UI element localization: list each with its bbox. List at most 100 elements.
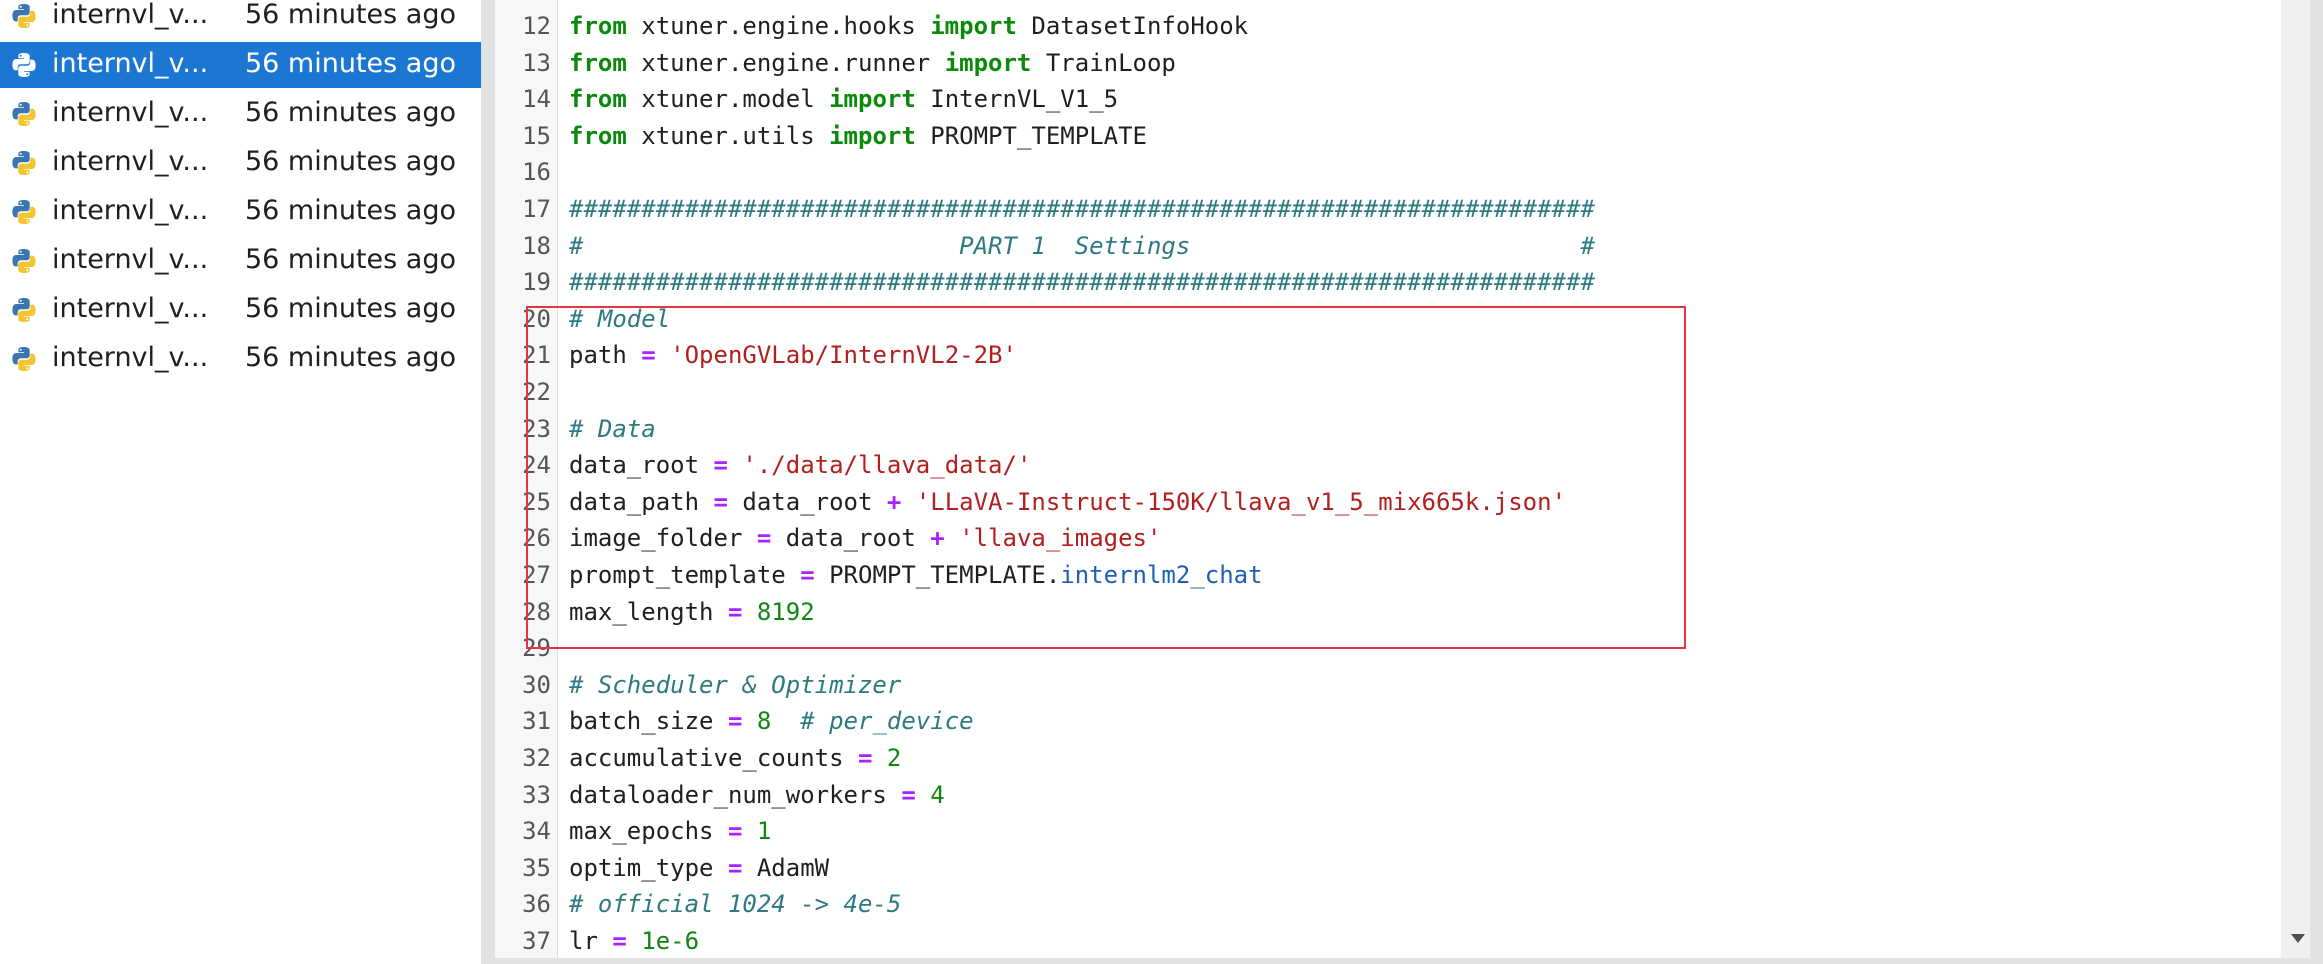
code-token: optim_type bbox=[569, 853, 728, 882]
code-line[interactable]: data_path = data_root + 'LLaVA-Instruct-… bbox=[569, 484, 1566, 520]
file-list-item[interactable]: internvl_v... 56 minutes ago bbox=[0, 91, 481, 137]
file-list-item[interactable]: internvl_v... 56 minutes ago bbox=[0, 287, 481, 333]
line-number: 27 bbox=[522, 561, 551, 589]
code-line[interactable]: # Data bbox=[569, 411, 656, 447]
line-number: 23 bbox=[522, 414, 551, 443]
code-token: xtuner.engine.runner bbox=[626, 48, 945, 77]
python-file-icon bbox=[11, 297, 37, 323]
code-token: + bbox=[886, 487, 902, 516]
python-file-icon bbox=[11, 150, 37, 176]
file-modified-time: 56 minutes ago bbox=[244, 0, 456, 30]
code-line[interactable]: data_root = './data/llava_data/' bbox=[569, 447, 1031, 483]
code-token: 4 bbox=[930, 780, 945, 809]
bottom-edge bbox=[481, 958, 2323, 964]
code-line[interactable]: from xtuner.utils import PROMPT_TEMPLATE bbox=[569, 118, 1147, 154]
file-name: internvl_v... bbox=[52, 195, 209, 226]
code-token: DatasetInfoHook bbox=[1016, 12, 1249, 40]
code-token: = bbox=[727, 707, 743, 736]
code-line[interactable]: max_epochs = 1 bbox=[569, 813, 771, 849]
code-line[interactable]: from xtuner.model import InternVL_V1_5 bbox=[569, 81, 1118, 117]
line-number-gutter: 12 13 14 15 16 17 18 19 20 21 22 23 24 25 26 27 28 29 30 31… bbox=[495, 0, 558, 958]
code-token: 'llava_images' bbox=[959, 524, 1162, 553]
file-list-item[interactable]: internvl_v... 56 minutes ago bbox=[0, 42, 481, 88]
line-number: 30 bbox=[522, 670, 551, 699]
code-line[interactable]: max_length = 8192 bbox=[569, 594, 815, 630]
code-token: lr bbox=[569, 927, 613, 955]
code-line[interactable]: batch_size = 8 # per_device bbox=[569, 703, 974, 739]
code-line[interactable]: dataloader_num_workers = 4 bbox=[569, 777, 945, 813]
python-file-icon bbox=[11, 52, 37, 78]
code-token: from bbox=[569, 85, 627, 114]
python-file-icon bbox=[11, 346, 37, 372]
line-number: 13 bbox=[522, 48, 551, 77]
file-modified-time: 56 minutes ago bbox=[244, 146, 456, 177]
code-line[interactable]: from xtuner.engine.hooks import DatasetI… bbox=[569, 8, 1248, 44]
code-line[interactable]: # Model bbox=[569, 301, 670, 337]
code-line[interactable]: prompt_template = PROMPT_TEMPLATE.intern… bbox=[569, 557, 1263, 593]
code-token: # Data bbox=[569, 414, 656, 443]
line-number: 37 bbox=[522, 927, 551, 955]
line-number: 20 bbox=[522, 304, 551, 333]
line-number: 25 bbox=[522, 487, 551, 516]
code-token: ########################################… bbox=[569, 195, 1595, 223]
code-token: data_root bbox=[569, 451, 714, 480]
vertical-scrollbar[interactable] bbox=[2281, 0, 2310, 958]
code-line[interactable]: from xtuner.engine.runner import TrainLo… bbox=[569, 45, 1176, 81]
scroll-down-arrow-icon[interactable] bbox=[2291, 934, 2305, 943]
file-list: internvl_v... 56 minutes ago internvl_v...… bbox=[0, 0, 481, 964]
code-line[interactable]: accumulative_counts = 2 bbox=[569, 740, 901, 776]
code-line[interactable]: optim_type = AdamW bbox=[569, 850, 829, 886]
right-edge bbox=[2310, 0, 2323, 964]
code-token: PROMPT_TEMPLATE. bbox=[814, 561, 1061, 589]
file-name: internvl_v... bbox=[52, 293, 209, 324]
code-line[interactable]: # official 1024 -> 4e-5 bbox=[569, 886, 901, 922]
code-token: path bbox=[569, 341, 642, 370]
line-number: 29 bbox=[522, 634, 551, 663]
file-modified-time: 56 minutes ago bbox=[244, 48, 456, 79]
code-token: = bbox=[727, 817, 743, 846]
code-line[interactable]: ########################################… bbox=[569, 191, 1595, 227]
code-token: 1 bbox=[756, 817, 772, 846]
code-line[interactable]: # PART 1 Settings # bbox=[569, 228, 1595, 264]
code-line[interactable]: path = 'OpenGVLab/InternVL2-2B' bbox=[569, 337, 1017, 373]
code-token: data_root bbox=[771, 524, 931, 553]
code-token: InternVL_V1_5 bbox=[915, 85, 1119, 114]
code-token: 8192 bbox=[756, 597, 815, 626]
code-token: + bbox=[930, 524, 945, 553]
line-number: 17 bbox=[522, 195, 551, 223]
code-token: 'OpenGVLab/InternVL2-2B' bbox=[670, 341, 1017, 370]
file-list-item[interactable]: internvl_v... 56 minutes ago bbox=[0, 238, 481, 284]
code-token: from bbox=[569, 12, 627, 40]
code-token: data_root bbox=[727, 487, 887, 516]
line-number: 26 bbox=[522, 524, 551, 553]
code-token: xtuner.model bbox=[626, 85, 830, 114]
file-list-item[interactable]: internvl_v... 56 minutes ago bbox=[0, 189, 481, 235]
code-line[interactable]: # Scheduler & Optimizer bbox=[569, 667, 901, 703]
line-number: 24 bbox=[522, 451, 551, 480]
file-list-item[interactable]: internvl_v... 56 minutes ago bbox=[0, 0, 481, 39]
line-number: 31 bbox=[522, 707, 551, 736]
code-token: import bbox=[829, 85, 916, 114]
code-line[interactable]: lr = 1e-6 bbox=[569, 923, 699, 958]
code-line[interactable]: ########################################… bbox=[569, 264, 1595, 300]
line-number: 36 bbox=[522, 890, 551, 919]
file-list-item[interactable]: internvl_v... 56 minutes ago bbox=[0, 336, 481, 382]
code-token: # Scheduler & Optimizer bbox=[569, 670, 902, 699]
line-number: 28 bbox=[522, 597, 551, 626]
code-line[interactable]: image_folder = data_root + 'llava_images… bbox=[569, 520, 1161, 556]
code-token: 1e-6 bbox=[641, 927, 700, 955]
python-file-icon bbox=[11, 3, 37, 29]
code-editor[interactable]: 12 13 14 15 16 17 18 19 20 21 22 23 24 25 26 27 28 29 30 31… bbox=[495, 0, 2310, 958]
file-list-item[interactable]: internvl_v... 56 minutes ago bbox=[0, 140, 481, 186]
code-token: data_path bbox=[569, 487, 714, 516]
code-token: = bbox=[800, 561, 815, 589]
panel-divider[interactable] bbox=[481, 0, 495, 964]
code-token: import bbox=[930, 12, 1017, 40]
